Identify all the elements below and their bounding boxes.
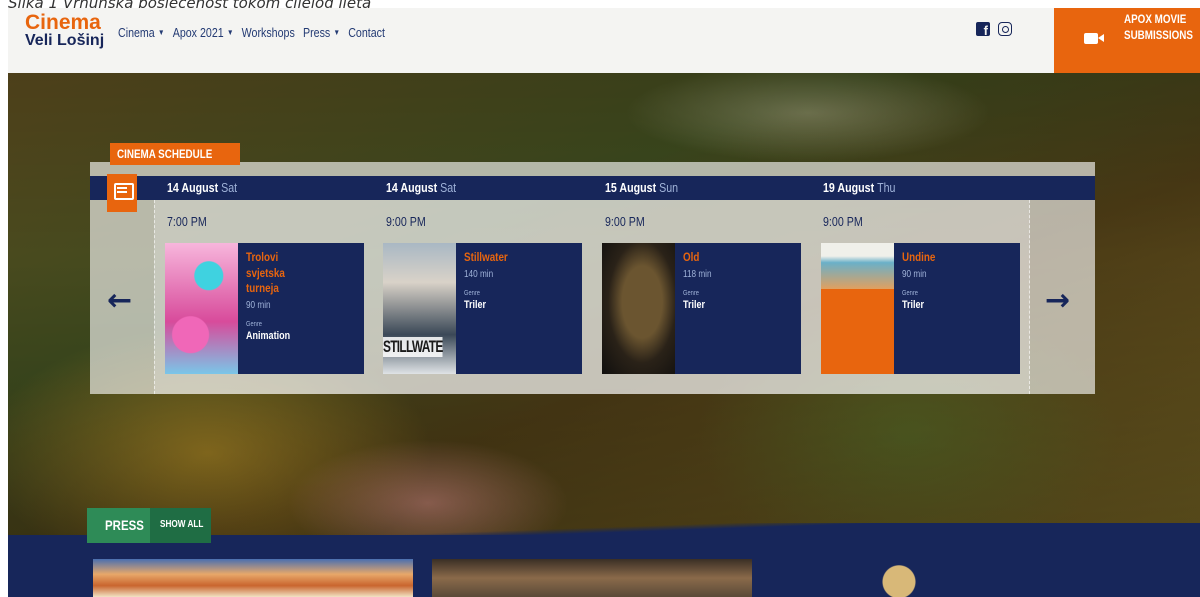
chevron-down-icon: ▼	[158, 28, 165, 37]
movie-card[interactable]: Trolovi svjetska turneja 90 min Genre An…	[165, 243, 364, 374]
genre-label: Genre	[902, 289, 918, 297]
schedule-date: 19 August Thu	[823, 180, 895, 195]
logo-line-1: Cinema	[25, 11, 101, 34]
cinema-schedule-tag: CINEMA SCHEDULE	[110, 143, 241, 165]
schedule-date: 15 August Sun	[605, 180, 678, 195]
day-of-week: Thu	[877, 180, 896, 195]
day-of-week: Sat	[440, 180, 457, 195]
day-of-week: Sun	[659, 180, 679, 195]
date-text: 15 August	[605, 180, 657, 195]
press-header: PRESS SHOW ALL	[87, 508, 211, 543]
movie-duration: 90 min	[902, 268, 927, 280]
genre-value: Triler	[464, 298, 487, 311]
schedule-date: 14 August Sat	[167, 180, 237, 195]
chevron-down-icon: ▼	[226, 28, 234, 37]
movie-poster	[383, 243, 456, 374]
video-camera-icon	[1084, 33, 1104, 44]
date-text: 14 August	[386, 180, 438, 195]
press-article-card[interactable]	[432, 559, 752, 597]
show-all-label: SHOW ALL	[160, 519, 204, 530]
genre-label: Genre	[683, 289, 699, 297]
social-links	[976, 22, 1012, 38]
genre-value: Animation	[246, 329, 291, 342]
movie-poster	[165, 243, 238, 374]
movie-card[interactable]: Old 118 min Genre Triler	[602, 243, 801, 374]
nav-cinema[interactable]: Cinema ▼	[118, 25, 165, 40]
nav-workshops[interactable]: Workshops	[242, 25, 295, 40]
date-text: 14 August	[167, 180, 219, 195]
movie-card[interactable]: Stillwater 140 min Genre Triler	[383, 243, 582, 374]
show-all-button[interactable]: SHOW ALL	[150, 508, 211, 543]
showtime: 9:00 PM	[386, 214, 426, 229]
schedule-date: 14 August Sat	[386, 180, 456, 195]
movie-duration: 90 min	[246, 299, 271, 311]
showtime: 9:00 PM	[823, 214, 863, 229]
nav-apox-label: Apox 2021	[172, 25, 224, 40]
arrow-left-icon[interactable]: ←	[107, 286, 132, 316]
press-label: PRESS	[105, 517, 144, 533]
day-of-week: Sat	[221, 180, 238, 195]
genre-label: Genre	[246, 320, 262, 328]
schedule-date-bar	[90, 176, 1095, 200]
nav-press-label: Press	[302, 25, 331, 40]
top-navbar: Cinema Veli Lošinj Cinema ▼ Apox 2021 ▼ Wo…	[8, 8, 1200, 73]
movie-info: Undine 90 min Genre Triler	[902, 250, 976, 312]
calendar-icon	[107, 174, 137, 212]
genre-label: Genre	[464, 289, 480, 297]
date-text: 19 August	[823, 180, 875, 195]
nav-cinema-label: Cinema	[118, 25, 155, 40]
nav-press[interactable]: Press ▼	[303, 25, 340, 40]
movie-title: Trolovi svjetska turneja	[246, 250, 285, 296]
movie-title: Undine	[902, 250, 936, 264]
submissions-label: APOX MOVIE SUBMISSIONS	[1124, 12, 1193, 42]
movie-duration: 118 min	[683, 268, 712, 280]
schedule-tag-label: CINEMA SCHEDULE	[117, 147, 213, 161]
movie-poster	[602, 243, 675, 374]
nav-contact[interactable]: Contact	[348, 25, 385, 40]
instagram-icon[interactable]	[998, 22, 1012, 36]
nav-apox-2021[interactable]: Apox 2021 ▼	[173, 25, 234, 40]
facebook-icon[interactable]	[976, 22, 990, 38]
chevron-down-icon: ▼	[333, 28, 341, 37]
site-logo[interactable]: Cinema Veli Lošinj	[25, 11, 105, 49]
movie-info: Stillwater 140 min Genre Triler	[464, 250, 538, 312]
movie-title: Old	[683, 250, 700, 264]
press-article-card[interactable]	[93, 559, 413, 597]
nav-contact-label: Contact	[348, 25, 385, 40]
genre-value: Triler	[902, 298, 925, 311]
movie-duration: 140 min	[464, 268, 494, 280]
apox-submissions-button[interactable]: APOX MOVIE SUBMISSIONS	[1054, 8, 1200, 73]
movie-info: Trolovi svjetska turneja 90 min Genre An…	[246, 250, 320, 343]
arrow-right-icon[interactable]: →	[1045, 286, 1070, 316]
genre-value: Triler	[683, 298, 706, 311]
main-nav: Cinema ▼ Apox 2021 ▼ Workshops Press ▼ Cont…	[118, 25, 385, 40]
movie-title: Stillwater	[464, 250, 508, 264]
movie-poster	[821, 243, 894, 374]
schedule-panel: 14 August Sat 14 August Sat 15 August Su…	[90, 162, 1095, 394]
movie-card[interactable]: Undine 90 min Genre Triler	[821, 243, 1020, 374]
nav-workshops-label: Workshops	[241, 25, 295, 40]
press-article-card[interactable]	[771, 559, 1091, 597]
showtime: 7:00 PM	[167, 214, 207, 229]
logo-line-2: Veli Lošinj	[25, 31, 105, 49]
showtime: 9:00 PM	[605, 214, 645, 229]
movie-info: Old 118 min Genre Triler	[683, 250, 757, 312]
